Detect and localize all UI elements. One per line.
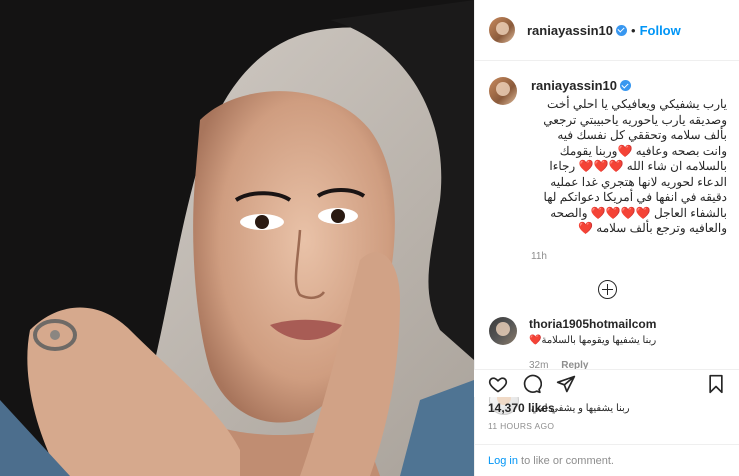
- add-comment-icon[interactable]: [597, 279, 617, 299]
- caption-author-avatar[interactable]: [489, 77, 517, 105]
- caption-timestamp: 11h: [531, 250, 547, 262]
- commenter-avatar[interactable]: [489, 316, 517, 345]
- post-dialog: raniayassin10 • Follow raniayassin10 يار…: [0, 0, 739, 476]
- action-bar: [474, 369, 739, 397]
- comment-username[interactable]: thoria1905hotmailcom: [529, 317, 656, 331]
- login-link[interactable]: Log in: [488, 455, 518, 467]
- verified-badge-icon: [616, 24, 628, 36]
- separator-dot: •: [631, 22, 636, 38]
- comment-text: ربنا يشفيها ويقومها بالسلامة❤️: [529, 334, 657, 346]
- comment-item: thoria1905hotmailcom ربنا يشفيها ويقومها…: [475, 316, 739, 371]
- post-caption: raniayassin10 يارب يشفيكي ويعافيكي يا اح…: [475, 61, 739, 299]
- post-header: raniayassin10 • Follow: [475, 0, 739, 61]
- heart-icon[interactable]: [488, 374, 508, 394]
- caption-username[interactable]: raniayassin10: [531, 78, 617, 93]
- login-prompt-text: to like or comment.: [517, 455, 614, 467]
- login-prompt: Log in to like or comment.: [474, 444, 739, 476]
- caption-text: يارب يشفيكي ويعافيكي يا احلي أخت وصديقه …: [543, 97, 727, 235]
- bookmark-icon[interactable]: [707, 374, 725, 394]
- comment-icon[interactable]: [522, 374, 542, 394]
- share-icon[interactable]: [556, 374, 576, 394]
- portrait-image: [0, 0, 474, 476]
- author-avatar[interactable]: [489, 17, 515, 43]
- follow-button[interactable]: Follow: [640, 23, 681, 38]
- post-timestamp[interactable]: 11 HOURS AGO: [488, 421, 554, 431]
- post-photo[interactable]: [0, 0, 474, 476]
- verified-badge-icon: [620, 80, 632, 91]
- author-username[interactable]: raniayassin10: [527, 23, 613, 38]
- like-count[interactable]: 14,370 likes: [488, 401, 555, 415]
